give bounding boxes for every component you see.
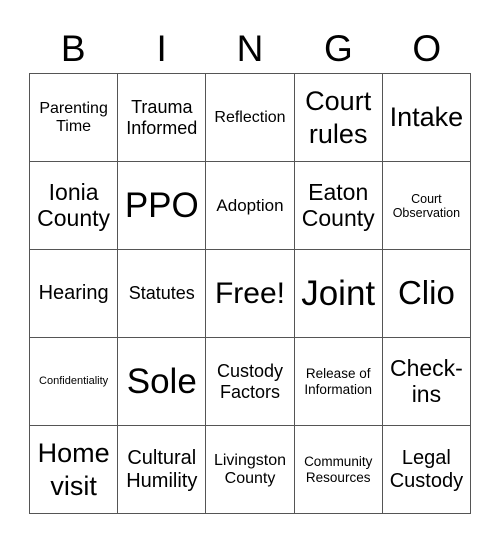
bingo-cell[interactable]: Community Resources — [294, 426, 383, 514]
bingo-cell[interactable]: Confidentiality — [30, 338, 119, 426]
bingo-cell[interactable]: Livingston County — [206, 426, 295, 514]
bingo-cell[interactable]: Legal Custody — [382, 426, 471, 514]
bingo-cell[interactable]: Sole — [118, 338, 207, 426]
bingo-cell[interactable]: PPO — [118, 162, 207, 250]
bingo-cell[interactable]: Release of Information — [294, 338, 383, 426]
bingo-cell[interactable]: Court rules — [294, 74, 383, 162]
bingo-cell[interactable]: Check-ins — [382, 338, 471, 426]
bingo-header: B I N G O — [29, 28, 471, 70]
bingo-cell[interactable]: Parenting Time — [30, 74, 119, 162]
header-letter-i: I — [156, 28, 167, 69]
header-letter-n: N — [236, 28, 264, 69]
bingo-cell[interactable]: Intake — [382, 74, 471, 162]
bingo-cell[interactable]: Clio — [382, 250, 471, 338]
bingo-cell[interactable]: Home visit — [30, 426, 119, 514]
header-letter-g: G — [324, 28, 353, 69]
bingo-cell[interactable]: Hearing — [30, 250, 119, 338]
header-letter-o: O — [412, 28, 442, 69]
bingo-cell[interactable]: Statutes — [118, 250, 207, 338]
bingo-cell[interactable]: Cultural Humility — [118, 426, 207, 514]
header-letter-b: B — [60, 28, 86, 69]
bingo-card-grid: Parenting Time Trauma Informed Reflectio… — [29, 73, 471, 514]
bingo-cell[interactable]: Reflection — [206, 74, 295, 162]
bingo-cell-free-space[interactable]: Free! — [206, 250, 295, 338]
bingo-cell[interactable]: Ionia County — [30, 162, 119, 250]
bingo-cell[interactable]: Adoption — [206, 162, 295, 250]
bingo-cell[interactable]: Trauma Informed — [118, 74, 207, 162]
bingo-cell[interactable]: Court Observation — [382, 162, 471, 250]
bingo-cell[interactable]: Eaton County — [294, 162, 383, 250]
bingo-cell[interactable]: Joint — [294, 250, 383, 338]
bingo-cell[interactable]: Custody Factors — [206, 338, 295, 426]
